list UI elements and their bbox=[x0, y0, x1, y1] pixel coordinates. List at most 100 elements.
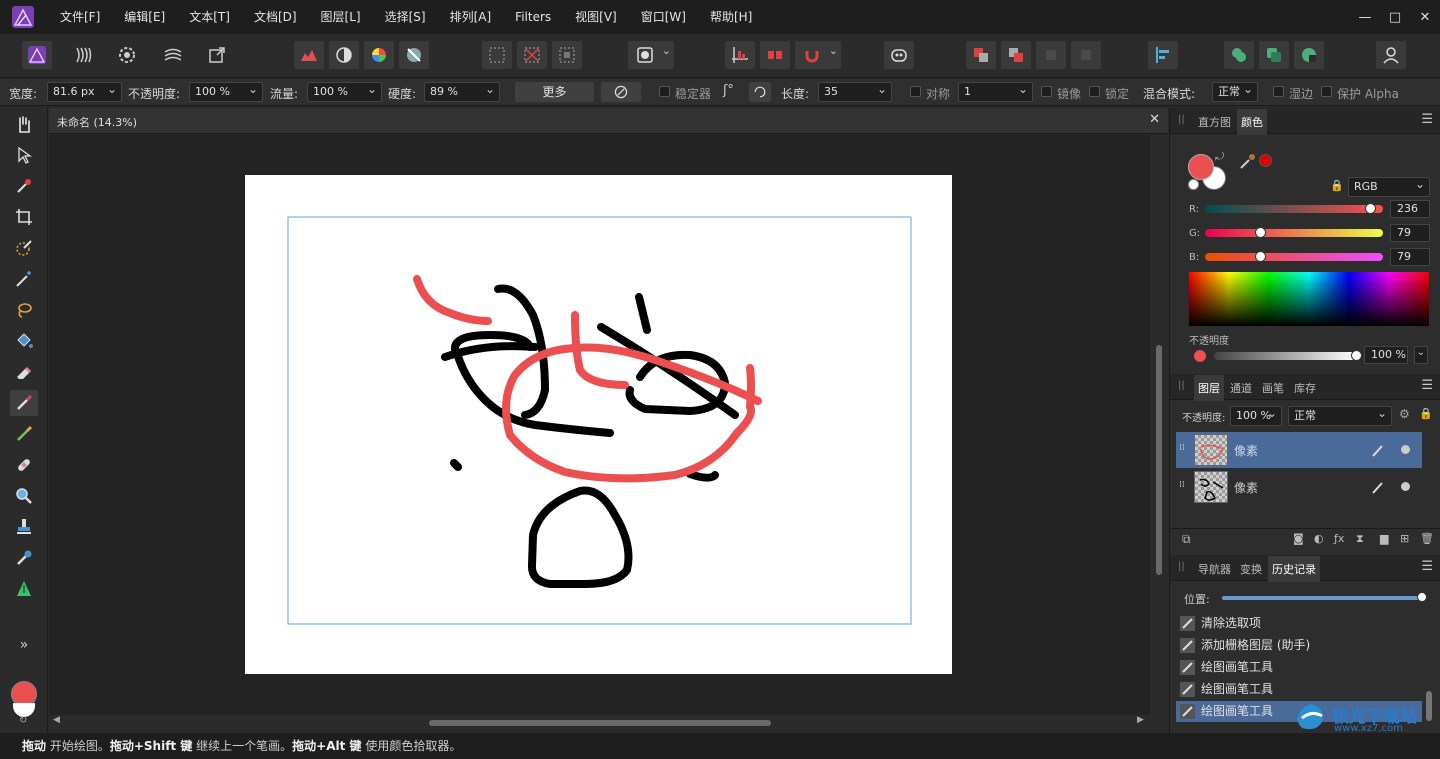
force-pixel-align-button[interactable] bbox=[760, 41, 790, 69]
wet-edges-checkbox[interactable] bbox=[1273, 86, 1284, 97]
boolean-intersect-button[interactable] bbox=[1294, 41, 1324, 69]
mask-layer-icon[interactable]: ◙ bbox=[1293, 532, 1304, 545]
close-document-icon[interactable]: ✕ bbox=[1149, 112, 1160, 127]
menu-window[interactable]: 窗口[W] bbox=[629, 0, 698, 34]
history-item[interactable]: 绘图画笔工具 bbox=[1176, 657, 1422, 678]
align-button[interactable] bbox=[1148, 41, 1178, 69]
export-persona-button[interactable] bbox=[202, 41, 232, 69]
more-button[interactable]: 更多 bbox=[515, 82, 594, 102]
visibility-dot-icon[interactable] bbox=[1401, 482, 1410, 491]
drag-handle-icon[interactable]: ⁞⁞ bbox=[1179, 443, 1185, 453]
snapping-options-button[interactable]: ⌄ bbox=[795, 41, 841, 69]
no-color-icon[interactable] bbox=[1188, 179, 1199, 190]
menu-filters[interactable]: Filters bbox=[503, 0, 563, 34]
layer-stack-icon[interactable]: ⧉ bbox=[1182, 532, 1191, 547]
healing-brush-tool[interactable] bbox=[10, 452, 38, 478]
clone-brush-tool[interactable] bbox=[10, 514, 38, 540]
flood-select-tool[interactable] bbox=[10, 266, 38, 292]
quick-mask-button[interactable]: ⌄ bbox=[628, 41, 674, 69]
pen-tool[interactable] bbox=[10, 576, 38, 602]
menu-view[interactable]: 视图[V] bbox=[563, 0, 629, 34]
layer-blend-mode-select[interactable]: 正常 bbox=[1288, 404, 1392, 426]
tab-stock[interactable]: 库存 bbox=[1291, 379, 1319, 397]
rope-mode-icon[interactable]: ʃ° bbox=[723, 83, 734, 98]
live-filter-icon[interactable]: ⧗ bbox=[1356, 532, 1364, 546]
lock-checkbox[interactable] bbox=[1089, 86, 1100, 97]
lock-icon[interactable]: 🔒 bbox=[1330, 179, 1344, 192]
menu-help[interactable]: 帮助[H] bbox=[698, 0, 764, 34]
history-item[interactable]: 添加栅格图层 (助手) bbox=[1176, 635, 1422, 656]
tab-brushes[interactable]: 画笔 bbox=[1259, 379, 1287, 397]
arrange-front-button[interactable] bbox=[1036, 41, 1066, 69]
invert-selection-button[interactable] bbox=[552, 41, 582, 69]
tab-history[interactable]: 历史记录 bbox=[1268, 556, 1320, 582]
layer-row[interactable]: ⁞⁞ 像素 bbox=[1176, 469, 1422, 505]
stabilizer-checkbox[interactable] bbox=[659, 86, 670, 97]
drag-handle-icon[interactable]: ⁞⁞ bbox=[1179, 480, 1185, 490]
history-item[interactable]: 绘图画笔工具 bbox=[1176, 679, 1422, 700]
vertical-scrollbar[interactable] bbox=[1150, 135, 1168, 715]
develop-persona-button[interactable] bbox=[112, 41, 142, 69]
auto-white-balance-button[interactable] bbox=[399, 41, 429, 69]
crop-tool[interactable] bbox=[10, 204, 38, 230]
symmetry-count-input[interactable]: 1 bbox=[958, 80, 1033, 102]
brush-options-button[interactable] bbox=[601, 82, 641, 102]
fx-icon[interactable]: ƒx bbox=[1334, 532, 1344, 545]
red-slider-knob[interactable] bbox=[1364, 203, 1376, 214]
menu-layer[interactable]: 图层[L] bbox=[309, 0, 373, 34]
brush-width-input[interactable]: 81.6 px bbox=[47, 80, 122, 102]
green-slider[interactable] bbox=[1205, 229, 1383, 237]
swap-fill-stroke-icon[interactable]: ⤾ bbox=[1215, 150, 1224, 164]
close-window-button[interactable]: ✕ bbox=[1410, 0, 1440, 34]
menu-text[interactable]: 文本[T] bbox=[177, 0, 242, 34]
select-all-button[interactable] bbox=[482, 41, 512, 69]
move-tool[interactable] bbox=[10, 142, 38, 168]
folder-icon[interactable]: ▆ bbox=[1380, 532, 1388, 545]
menu-file[interactable]: 文件[F] bbox=[48, 0, 112, 34]
active-color-circle[interactable] bbox=[1188, 154, 1214, 180]
panel-menu-icon[interactable]: ☰ bbox=[1421, 559, 1433, 574]
layer-opacity-select[interactable]: 100 % bbox=[1230, 404, 1282, 426]
boolean-subtract-button[interactable] bbox=[1259, 41, 1289, 69]
document-tab[interactable]: 未命名 (14.3%) ✕ bbox=[49, 108, 1168, 134]
add-layer-icon[interactable]: ⊞ bbox=[1400, 532, 1409, 545]
pixel-tool[interactable] bbox=[10, 421, 38, 447]
color-model-select[interactable]: RGB bbox=[1348, 175, 1430, 197]
freehand-selection-tool[interactable] bbox=[10, 297, 38, 323]
color-opacity-knob[interactable] bbox=[1351, 350, 1362, 361]
chevron-down-icon[interactable]: ⌄ bbox=[1414, 346, 1428, 364]
maximize-button[interactable]: □ bbox=[1380, 0, 1410, 34]
erase-brush-tool[interactable] bbox=[10, 359, 38, 385]
color-picker-tool[interactable] bbox=[10, 173, 38, 199]
tab-color[interactable]: 颜色 bbox=[1237, 109, 1267, 135]
photo-persona-button[interactable] bbox=[22, 41, 52, 69]
blue-slider[interactable] bbox=[1205, 253, 1383, 261]
window-mode-button[interactable] bbox=[749, 82, 771, 102]
trash-icon[interactable]: 🗑 bbox=[1420, 532, 1434, 545]
history-item[interactable]: 清除选取项 bbox=[1176, 613, 1422, 634]
arrange-top-button[interactable] bbox=[1071, 41, 1101, 69]
document-canvas[interactable] bbox=[245, 175, 952, 674]
dodge-brush-tool[interactable] bbox=[10, 545, 38, 571]
menu-document[interactable]: 文档[D] bbox=[242, 0, 309, 34]
horizontal-scroll-thumb[interactable] bbox=[429, 720, 771, 726]
account-button[interactable] bbox=[1376, 41, 1406, 69]
brush-hardness-input[interactable]: 89 % bbox=[424, 80, 500, 102]
brush-flow-input[interactable]: 100 % bbox=[307, 80, 382, 102]
adjustment-layer-icon[interactable]: ◐ bbox=[1314, 532, 1324, 545]
assistant-button[interactable] bbox=[884, 41, 914, 69]
protect-alpha-checkbox[interactable] bbox=[1321, 86, 1332, 97]
selection-brush-tool[interactable] bbox=[10, 235, 38, 261]
layer-row[interactable]: ⁞⁞ 像素 bbox=[1176, 432, 1422, 468]
mirror-checkbox[interactable] bbox=[1041, 86, 1052, 97]
visibility-dot-icon[interactable] bbox=[1401, 445, 1410, 454]
color-opacity-slider[interactable] bbox=[1214, 352, 1356, 360]
boolean-add-button[interactable] bbox=[1224, 41, 1254, 69]
flood-fill-tool[interactable] bbox=[10, 328, 38, 354]
blue-value-input[interactable]: 79 bbox=[1390, 248, 1430, 266]
menu-arrange[interactable]: 排列[A] bbox=[438, 0, 504, 34]
hand-tool[interactable] bbox=[10, 111, 38, 137]
horizontal-scrollbar[interactable]: ◀ ▶ bbox=[49, 715, 1168, 731]
red-slider[interactable] bbox=[1205, 205, 1383, 213]
tab-navigator[interactable]: 导航器 bbox=[1195, 560, 1234, 578]
